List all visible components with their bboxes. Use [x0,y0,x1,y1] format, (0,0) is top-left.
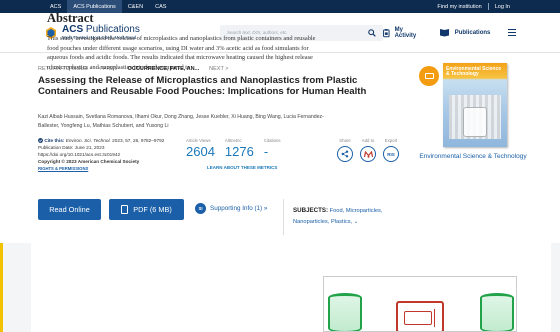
login-link[interactable]: Log In [489,0,516,13]
add-to-button[interactable] [360,146,376,162]
subject-nanoparticles[interactable]: Nanoparticles, [293,219,329,225]
learn-metrics-link[interactable]: LEARN ABOUT THESE METRICS [207,165,277,170]
supporting-info-label: Supporting Info (1) » [210,205,268,212]
mendeley-icon [363,150,373,158]
email-alert-icon[interactable] [419,66,439,86]
search-icon[interactable] [368,28,376,37]
metric-citations: Citations - [264,138,281,159]
pdf-icon [121,205,129,214]
export-ris-button[interactable]: RIS [383,146,399,162]
book-icon [439,29,449,37]
copyright-text: Copyright © 2023 American Chemical Socie… [38,159,140,165]
publication-date: Publication Date: June 21, 2023 [38,145,105,151]
pdf-button-label: PDF (6 MB) [133,205,172,214]
citation-block: Cite this: Environ. Sci. Technol. 2023, … [38,137,166,172]
journal-panel: Environmental Science & Technology Envir… [413,63,533,161]
topbar-link-cas[interactable]: CAS [149,0,172,13]
share-tools: Share Add to Export RIS [337,138,399,162]
cover-container-graphic [463,107,487,137]
action-divider [283,199,284,235]
subject-microparticles[interactable]: Microparticles, [346,208,383,214]
toc-graphic[interactable] [323,276,517,332]
doi-link[interactable]: https://doi.org/10.1021/acs.est.3c01942 [38,151,166,158]
my-activity-button[interactable]: My Activity [383,27,421,39]
cite-journal: Environ. Sci. Technol. [65,138,111,143]
my-activity-label: My Activity [394,26,417,39]
journal-cover-image[interactable]: Environmental Science & Technology [443,63,507,147]
subjects-heading: SUBJECTS: [293,207,329,214]
cover-title: Environmental Science & Technology [446,66,502,77]
subject-food[interactable]: Food, [330,208,345,214]
share-icon [341,150,349,158]
metric-views: Article Views 2604 [186,138,215,159]
metric-altmetric-value[interactable]: 1276 [225,144,254,159]
article-title: Assessing the Release of Microplastics a… [38,75,367,97]
read-online-button[interactable]: Read Online [38,199,101,220]
subjects-list: SUBJECTS: Food, Microparticles, Nanopart… [293,205,393,228]
find-institution-link[interactable]: Find my institution [431,0,487,13]
add-to-label: Add to [361,138,375,143]
cite-label: Cite this: [44,138,65,143]
rights-permissions-link[interactable]: RIGHTS & PERMISSIONS [38,165,166,172]
abstract-heading: Abstract [47,11,94,25]
metric-citations-label: Citations [263,138,281,143]
metric-altmetric-label: Altmetric [224,138,242,143]
author-list[interactable]: Kazi Albab Hussain, Svetlana Romanova, I… [38,113,338,130]
publications-label: Publications [454,29,491,36]
container-cup-graphic [328,293,362,331]
article-metrics: Article Views 2604 Altmetric 1276 Citati… [186,138,281,159]
metric-views-value: 2604 [186,144,215,159]
microwave-graphic [396,301,444,331]
metric-altmetric[interactable]: Altmetric 1276 [225,138,254,159]
share-label: Share [339,138,351,143]
pdf-download-button[interactable]: PDF (6 MB) [109,199,184,220]
clipboard-icon [383,28,390,37]
supporting-info-link[interactable]: SI Supporting Info (1) » [195,203,267,214]
check-circle-icon [38,137,43,143]
abstract-text: This study investigated the release of m… [47,35,316,71]
container-cup-graphic [480,293,514,331]
topbar-link-cen[interactable]: C&EN [122,0,149,13]
export-label: Export [384,138,398,143]
chevron-down-icon[interactable]: ⌄ [354,219,359,225]
journal-name-link[interactable]: Environmental Science & Technology [413,152,533,161]
metric-citations-value: - [263,144,269,159]
share-button[interactable] [337,146,353,162]
si-badge-icon: SI [195,203,206,214]
publications-button[interactable]: Publications [439,28,491,37]
hamburger-menu-icon[interactable] [508,28,516,37]
metric-views-label: Article Views [186,138,211,143]
subject-plastics[interactable]: Plastics, [331,219,352,225]
cite-reference: 2023, 57, 26, 9782–9792 [112,138,165,143]
